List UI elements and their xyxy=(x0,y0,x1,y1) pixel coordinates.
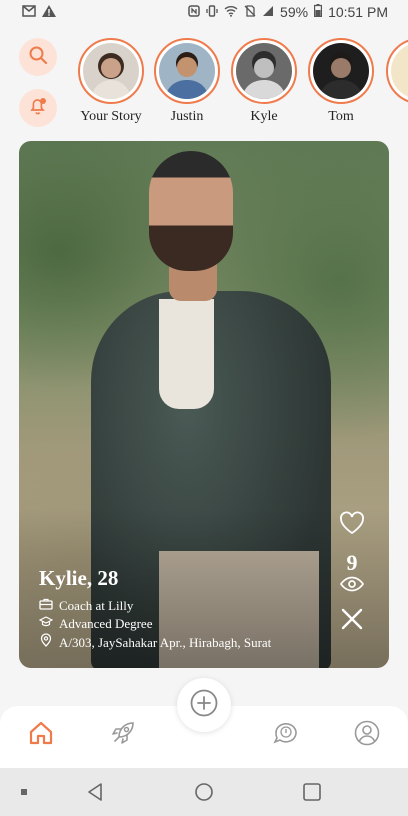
nav-home[interactable] xyxy=(26,720,56,750)
story-ring xyxy=(386,38,408,104)
wifi-icon xyxy=(224,5,238,20)
address-row: A/303, JaySahakar Apr., Hirabagh, Surat xyxy=(39,633,271,652)
status-bar: 59% 10:51 PM xyxy=(0,0,408,24)
notifications-button[interactable] xyxy=(19,89,57,127)
profile-name-age: Kylie, 28 xyxy=(39,566,119,590)
education-text: Advanced Degree xyxy=(59,616,153,631)
photo-detail xyxy=(159,299,214,409)
story-justin[interactable]: Justin xyxy=(154,38,220,125)
add-button[interactable] xyxy=(177,678,231,732)
location-pin-icon xyxy=(39,633,53,652)
close-button[interactable] xyxy=(340,607,364,636)
story-name: Kyle xyxy=(250,109,278,124)
nav-profile[interactable] xyxy=(352,720,382,750)
no-sim-icon xyxy=(244,4,256,20)
card-actions: 9 xyxy=(339,511,365,636)
search-button[interactable] xyxy=(19,38,57,76)
search-icon xyxy=(28,45,48,70)
rocket-icon xyxy=(109,719,137,752)
nav-boost[interactable] xyxy=(108,720,138,750)
profile-card[interactable]: Kylie, 28 Coach at Lilly Advanced Degree… xyxy=(19,141,389,668)
nfc-icon xyxy=(188,4,200,20)
story-ring xyxy=(154,38,220,104)
vibrate-icon xyxy=(206,4,218,20)
battery-icon xyxy=(314,4,323,20)
home-icon xyxy=(27,719,55,752)
story-your-story[interactable]: Your Story xyxy=(78,38,144,125)
avatar xyxy=(313,43,369,99)
signal-icon xyxy=(262,5,274,20)
education-row: Advanced Degree xyxy=(38,615,271,633)
story-ring xyxy=(231,38,297,104)
address-text: A/303, JaySahakar Apr., Hirabagh, Surat xyxy=(59,634,272,650)
status-left xyxy=(22,4,56,20)
avatar xyxy=(83,43,139,99)
story-name: Your Story xyxy=(80,109,142,124)
education-icon xyxy=(38,615,54,633)
view-icon[interactable] xyxy=(340,576,364,597)
recents-button[interactable] xyxy=(302,782,322,802)
story-kyle[interactable]: Kyle xyxy=(231,38,297,125)
bell-alert-icon xyxy=(28,96,48,121)
job-row: Coach at Lilly xyxy=(39,597,271,615)
gmail-icon xyxy=(22,4,36,20)
story-tom[interactable]: Tom xyxy=(308,38,374,125)
likes-count: 9 xyxy=(346,550,358,575)
story-ring xyxy=(308,38,374,104)
avatar xyxy=(236,43,292,99)
status-time: 10:51 PM xyxy=(328,4,388,20)
story-name: Justin xyxy=(170,109,204,124)
story-ring xyxy=(78,38,144,104)
profile-icon xyxy=(353,719,381,752)
system-nav-bar xyxy=(0,768,408,816)
story-name: Tom xyxy=(328,109,354,124)
avatar xyxy=(391,43,408,99)
home-system-button[interactable] xyxy=(194,782,214,802)
chat-notification-icon xyxy=(272,719,300,752)
status-right: 59% 10:51 PM xyxy=(188,4,388,20)
photo-detail xyxy=(149,151,233,271)
nav-chat[interactable] xyxy=(271,720,301,750)
alert-icon xyxy=(42,4,56,20)
dot-icon xyxy=(20,788,28,796)
battery-percent: 59% xyxy=(280,4,309,20)
heart-button[interactable] xyxy=(339,511,365,540)
briefcase-icon xyxy=(39,597,53,615)
profile-info: Kylie, 28 Coach at Lilly Advanced Degree… xyxy=(38,566,271,652)
story-partial[interactable] xyxy=(386,38,408,104)
add-icon xyxy=(189,688,219,723)
back-button[interactable] xyxy=(86,782,106,802)
job-text: Coach at Lilly xyxy=(59,598,134,613)
avatar xyxy=(159,43,215,99)
